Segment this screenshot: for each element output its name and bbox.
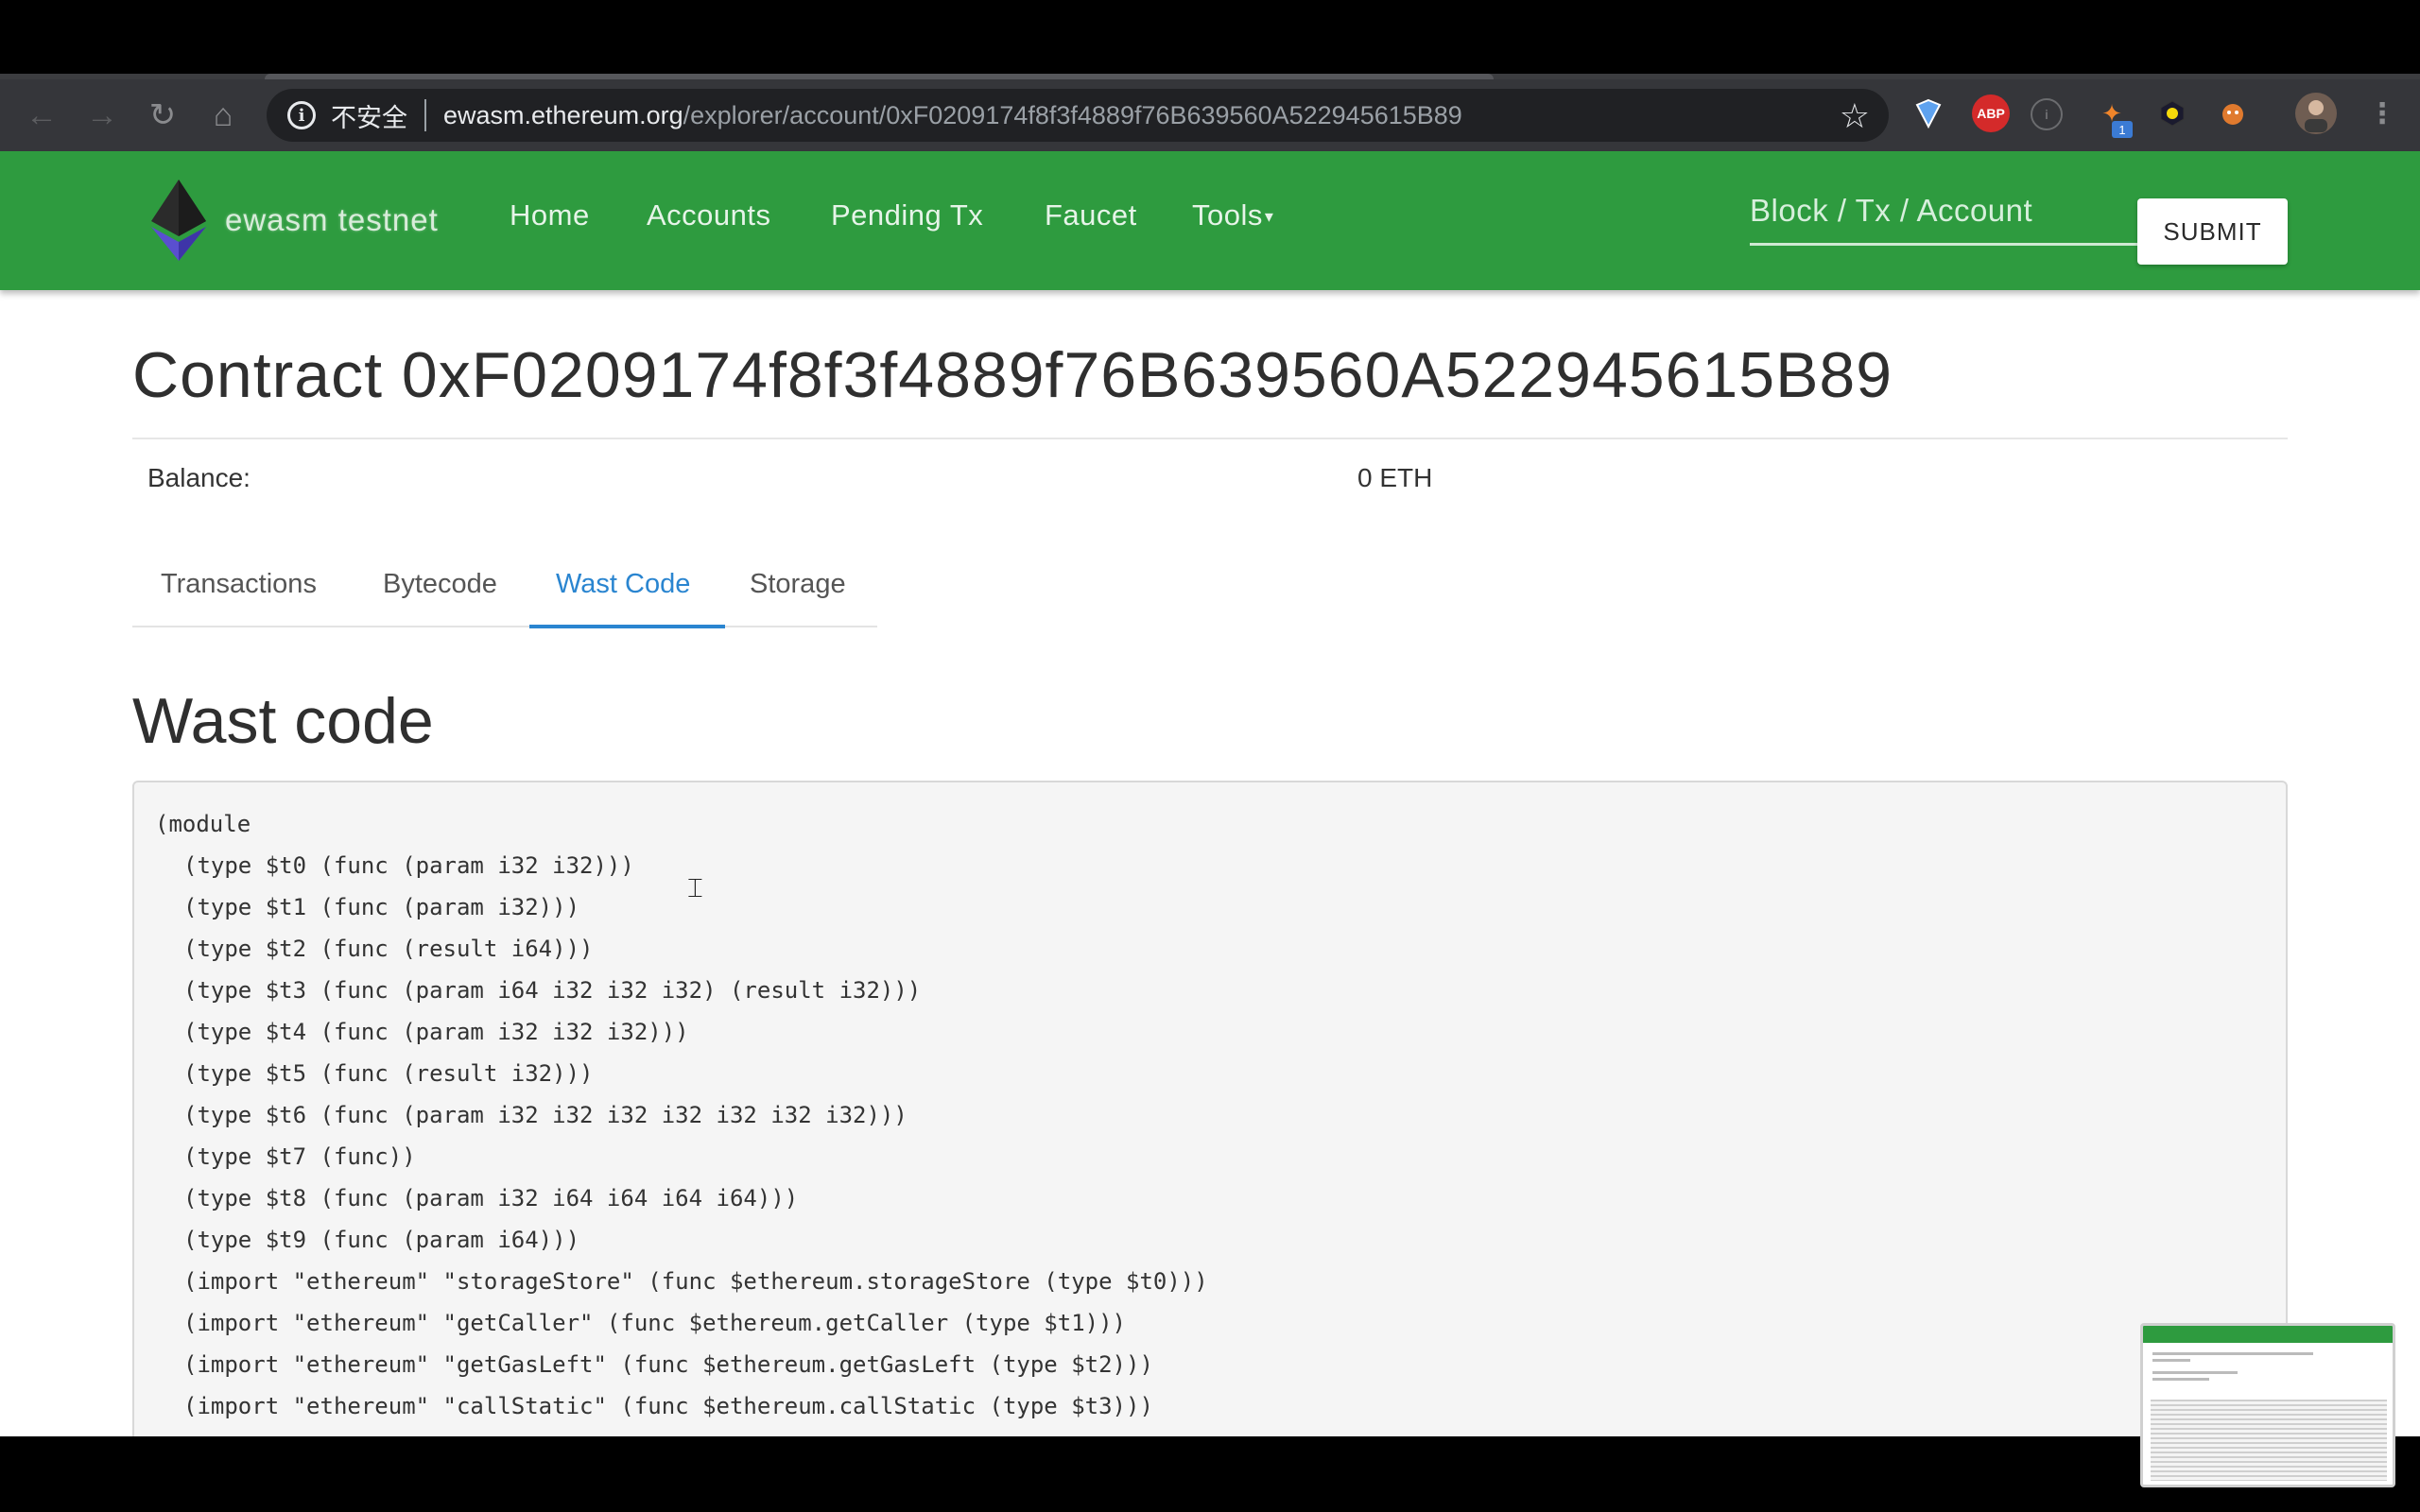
code-line: (type $t5 (func (result i32))) (183, 1060, 594, 1087)
thumbnail-title-line (2152, 1352, 2313, 1355)
code-line: (type $t4 (func (param i32 i32 i32))) (183, 1019, 689, 1045)
code-line: (type $t2 (func (result i64))) (183, 936, 594, 962)
security-label: 不安全 (331, 103, 407, 133)
extension-badge: 1 (2112, 121, 2133, 138)
shield-extension-icon[interactable] (1910, 94, 1947, 132)
web-page: ewasm testnet Home Accounts Pending Tx F… (0, 151, 2420, 1436)
ethereum-logo-icon (151, 180, 206, 261)
adblock-extension-icon[interactable]: ABP (1972, 94, 2010, 132)
site-info-icon[interactable]: i (287, 101, 316, 129)
thumbnail-code-block (2151, 1400, 2387, 1481)
code-line: (type $t1 (func (param i32))) (183, 894, 580, 920)
tab-transactions[interactable]: Transactions (161, 567, 317, 627)
account-tabs: Transactions Bytecode Wast Code Storage (132, 567, 877, 628)
text-cursor-icon: ⌶ (687, 873, 703, 902)
back-icon[interactable]: ← (11, 79, 72, 151)
site-navbar: ewasm testnet Home Accounts Pending Tx F… (0, 151, 2420, 290)
screenshot-preview-thumbnail[interactable] (2140, 1323, 2395, 1487)
tab-bytecode[interactable]: Bytecode (383, 567, 497, 627)
submit-button[interactable]: SUBMIT (2137, 198, 2288, 265)
brand-name: ewasm testnet (225, 202, 439, 237)
nav-home[interactable]: Home (510, 198, 590, 232)
info-extension-icon[interactable]: i (2031, 98, 2063, 130)
forward-icon[interactable]: → (72, 79, 132, 151)
thumbnail-tabs-line (2152, 1371, 2238, 1374)
fox-extension-icon[interactable] (2214, 94, 2252, 132)
code-line: (import "ethereum" "getCaller" (func $et… (183, 1310, 1126, 1336)
code-line: (import "ethereum" "callStatic" (func $e… (183, 1393, 1153, 1419)
reload-icon[interactable]: ↻ (132, 79, 193, 151)
section-title: Wast code (132, 685, 434, 757)
title-divider (132, 438, 2288, 439)
screen-letterbox-bottom (0, 1436, 2420, 1512)
screen-letterbox-top (0, 0, 2420, 76)
omnibox-divider (424, 99, 426, 131)
tab-wast-code[interactable]: Wast Code (529, 567, 725, 628)
code-line: (type $t8 (func (param i32 i64 i64 i64 i… (183, 1185, 799, 1211)
nav-faucet[interactable]: Faucet (1045, 198, 1137, 232)
thumbnail-balance-line (2152, 1359, 2190, 1362)
tab-storage[interactable]: Storage (750, 567, 846, 627)
code-line: (import "ethereum" "storageStore" (func … (183, 1268, 1208, 1295)
url-host: ewasm.ethereum.org (443, 100, 683, 129)
profile-avatar[interactable] (2295, 93, 2337, 134)
browser-menu-icon[interactable]: ⋮ (2363, 94, 2401, 132)
code-line: (type $t0 (func (param i32 i32))) (183, 852, 634, 879)
adblock-label: ABP (1977, 106, 2005, 121)
url-path: /explorer/account/0xF0209174f8f3f4889f76… (683, 100, 1462, 129)
code-line: (type $t9 (func (param i64))) (183, 1227, 580, 1253)
caret-down-icon: ▾ (1264, 207, 1274, 227)
thumbnail-navbar (2143, 1326, 2393, 1343)
nav-tools[interactable]: Tools ▾ (1192, 198, 1273, 232)
code-line: (import "ethereum" "getGasLeft" (func $e… (183, 1351, 1153, 1378)
nav-tools-label: Tools (1192, 198, 1263, 232)
balance-value: 0 ETH (1357, 463, 1433, 492)
nav-pending-tx[interactable]: Pending Tx (831, 198, 983, 232)
code-line: (module (155, 811, 251, 837)
wast-code-block[interactable]: (module (type $t0 (func (param i32 i32))… (132, 781, 2288, 1436)
code-line: (type $t7 (func)) (183, 1143, 416, 1170)
search-input[interactable]: Block / Tx / Account (1750, 189, 2139, 246)
bookmark-star-icon[interactable]: ☆ (1840, 96, 1870, 136)
code-line: (type $t3 (func (param i64 i32 i32 i32) … (183, 977, 922, 1004)
brand[interactable]: ewasm testnet (151, 180, 439, 261)
thumbnail-heading-line (2152, 1378, 2209, 1381)
hexagon-extension-icon[interactable] (2153, 94, 2191, 132)
nav-accounts[interactable]: Accounts (647, 198, 771, 232)
code-line: (type $t6 (func (param i32 i32 i32 i32 i… (183, 1102, 908, 1128)
home-icon[interactable]: ⌂ (193, 79, 253, 151)
balance-label: Balance: (147, 463, 251, 492)
address-bar[interactable]: i 不安全 ewasm.ethereum.org/explorer/accoun… (267, 89, 1889, 142)
page-title: Contract 0xF0209174f8f3f4889f76B639560A5… (132, 339, 1893, 411)
